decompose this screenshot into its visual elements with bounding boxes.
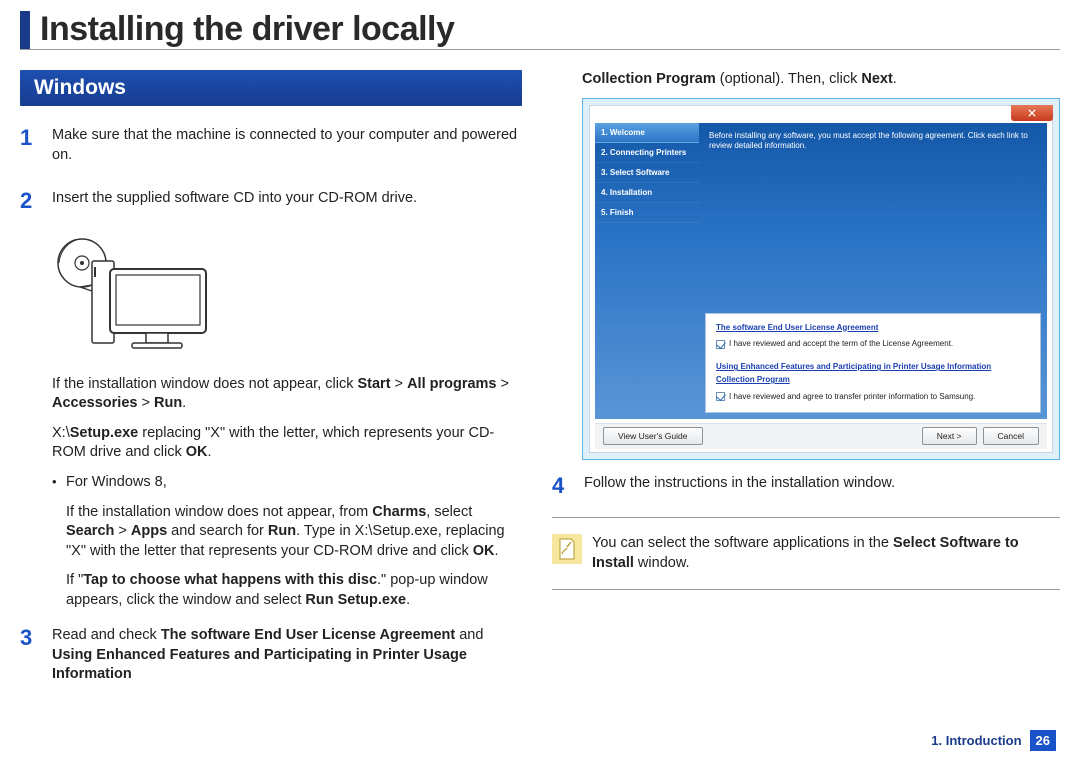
cd-computer-illustration [50, 233, 210, 363]
step-text: Follow the instructions in the installat… [584, 474, 1060, 494]
step-1: 1 Make sure that the machine is connecte… [20, 126, 522, 175]
note-separator-bottom [552, 589, 1060, 590]
section-header-windows: Windows [20, 70, 522, 106]
usage-checkbox[interactable] [716, 392, 725, 401]
step-number: 2 [20, 189, 52, 219]
content-columns: Windows 1 Make sure that the machine is … [0, 70, 1080, 709]
installer-content: Before installing any software, you must… [699, 123, 1047, 419]
note-icon [552, 534, 582, 564]
eula-checkbox[interactable] [716, 340, 725, 349]
eula-check-label: I have reviewed and accept the term of t… [729, 339, 953, 348]
step-number: 3 [20, 626, 52, 695]
installer-screenshot: 1. Welcome 2. Connecting Printers 3. Sel… [582, 98, 1060, 460]
note-text: You can select the software applications… [592, 534, 1060, 573]
bullet-body: For Windows 8, If the installation windo… [66, 473, 522, 620]
title-bar: Installing the driver locally [20, 0, 1060, 50]
step-number: 1 [20, 126, 52, 175]
note-separator-top [552, 517, 1060, 518]
page-number: 26 [1030, 730, 1056, 751]
page-title: Installing the driver locally [40, 10, 454, 49]
installer-sidebar: 1. Welcome 2. Connecting Printers 3. Sel… [595, 123, 699, 419]
step-text: Make sure that the machine is connected … [52, 126, 522, 165]
step-body: Make sure that the machine is connected … [52, 126, 522, 175]
installer-instruction: Before installing any software, you must… [709, 131, 1037, 152]
bullet-windows8: • For Windows 8, If the installation win… [52, 473, 522, 620]
step-2: 2 Insert the supplied software CD into y… [20, 189, 522, 219]
footer-section-label: 1. Introduction [931, 733, 1021, 748]
close-button[interactable] [1011, 105, 1053, 121]
step-number: 4 [552, 474, 584, 504]
cancel-button[interactable]: Cancel [983, 427, 1039, 445]
title-accent [20, 11, 30, 49]
step3-continuation: Collection Program (optional). Then, cli… [582, 70, 1060, 90]
step-text: Read and check The software End User Lic… [52, 626, 522, 685]
installer-step-connecting: 2. Connecting Printers [595, 143, 699, 163]
eula-link[interactable]: The software End User License Agreement [716, 323, 878, 332]
bullet-dot: • [52, 473, 66, 620]
installer-agreement-panel: The software End User License Agreement … [705, 313, 1041, 413]
installer-step-select: 3. Select Software [595, 163, 699, 183]
page-footer: 1. Introduction 26 [931, 730, 1056, 751]
step2-install-window-note: If the installation window does not appe… [52, 375, 522, 414]
bullet-p1: If the installation window does not appe… [66, 503, 522, 562]
step-3: 3 Read and check The software End User L… [20, 626, 522, 695]
installer-step-finish: 5. Finish [595, 203, 699, 223]
next-button[interactable]: Next > [922, 427, 977, 445]
step-body: Insert the supplied software CD into you… [52, 189, 522, 219]
installer-step-welcome: 1. Welcome [595, 123, 699, 143]
step2-setup-exe-note: X:\Setup.exe replacing "X" with the lett… [52, 424, 522, 463]
installer-button-bar: View User's Guide Next > Cancel [595, 423, 1047, 449]
step-body: Follow the instructions in the installat… [584, 474, 1060, 504]
close-icon [1028, 109, 1036, 117]
view-guide-button[interactable]: View User's Guide [603, 427, 703, 445]
bullet-p2: If "Tap to choose what happens with this… [66, 571, 522, 610]
bullet-label: For Windows 8, [66, 473, 522, 493]
usage-check-label: I have reviewed and agree to transfer pr… [729, 392, 975, 401]
step-text: Insert the supplied software CD into you… [52, 189, 522, 209]
step-4: 4 Follow the instructions in the install… [552, 474, 1060, 504]
left-column: Windows 1 Make sure that the machine is … [20, 70, 522, 709]
right-column: Collection Program (optional). Then, cli… [552, 70, 1060, 709]
step-body: Read and check The software End User Lic… [52, 626, 522, 695]
usage-link[interactable]: Using Enhanced Features and Participatin… [716, 362, 991, 384]
note-row: You can select the software applications… [552, 530, 1060, 577]
installer-step-installation: 4. Installation [595, 183, 699, 203]
